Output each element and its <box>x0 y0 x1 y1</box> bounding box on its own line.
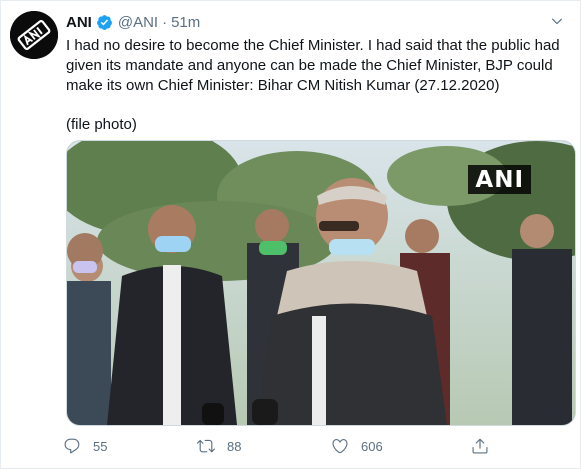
tweet-photo[interactable]: ANI <box>66 140 576 426</box>
verified-badge-icon <box>96 14 112 30</box>
retweet-button[interactable]: 88 <box>197 437 241 455</box>
tweet-text: I had no desire to become the Chief Mini… <box>66 36 566 135</box>
chevron-down-icon[interactable] <box>550 14 564 28</box>
retweet-icon <box>197 439 215 453</box>
reply-count: 55 <box>93 438 108 454</box>
media-watermark: ANI <box>468 165 531 194</box>
reply-icon <box>64 438 80 454</box>
like-count: 606 <box>361 438 383 454</box>
like-button[interactable]: 606 <box>331 437 383 455</box>
timestamp[interactable]: 51m <box>171 14 200 31</box>
action-bar: 55 88 606 <box>63 437 503 459</box>
author-handle[interactable]: @ANI <box>118 14 158 31</box>
retweet-count: 88 <box>227 438 242 454</box>
tweet-header: ANI @ANI · 51m <box>66 12 200 32</box>
separator-dot: · <box>162 13 168 31</box>
share-button[interactable] <box>471 437 501 455</box>
avatar[interactable] <box>10 11 58 59</box>
reply-button[interactable]: 55 <box>63 437 107 455</box>
tweet-note: (file photo) <box>66 116 137 133</box>
ani-logo-icon <box>10 11 58 59</box>
author-name[interactable]: ANI <box>66 14 92 31</box>
tweet-card[interactable]: ANI @ANI · 51m I had no desire to become… <box>0 0 581 469</box>
tweet-body: I had no desire to become the Chief Mini… <box>66 37 560 94</box>
share-icon <box>472 438 488 454</box>
heart-icon <box>332 439 348 454</box>
